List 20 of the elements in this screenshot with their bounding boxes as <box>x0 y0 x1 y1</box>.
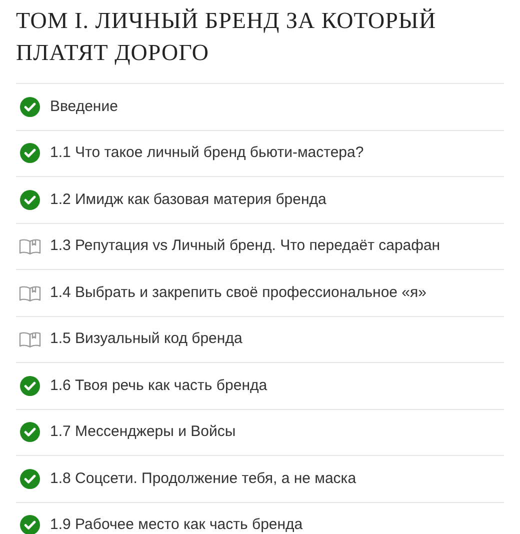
check-circle-icon <box>20 376 40 396</box>
lesson-link[interactable]: 1.3 Репутация vs Личный бренд. Что передаёт сарафан <box>50 235 440 258</box>
lesson-link[interactable]: Введение <box>50 96 118 118</box>
section-title: ТОМ I. ЛИЧНЫЙ БРЕНД ЗА КОТОРЫЙ ПЛАТЯТ ДОРОГО <box>16 7 438 67</box>
lesson-link[interactable]: 1.5 Визуальный код бренда <box>50 328 242 350</box>
lesson-link[interactable]: 1.9 Рабочее место как часть бренда <box>50 514 303 534</box>
check-circle-icon <box>20 190 40 210</box>
check-circle-icon <box>20 96 40 117</box>
check-circle-icon <box>20 468 40 489</box>
lesson-link[interactable]: 1.2 Имидж как базовая материя бренда <box>50 188 326 211</box>
book-icon <box>19 284 41 302</box>
lesson-link[interactable]: 1.4 Выбрать и закрепить своё профессиональное «я» <box>50 282 426 304</box>
lesson-link[interactable]: 1.7 Мессенджеры и Войсы <box>50 421 236 444</box>
lesson-link[interactable]: 1.6 Твоя речь как часть бренда <box>50 374 268 397</box>
check-circle-icon <box>20 143 40 164</box>
book-icon <box>19 237 41 256</box>
book-icon <box>19 330 41 348</box>
lesson-link[interactable]: 1.8 Соцсети. Продолжение тебя, а не маска <box>50 468 356 490</box>
lesson-link[interactable]: 1.1 Что такое личный бренд бьюти-мастера? <box>50 142 364 164</box>
check-circle-icon <box>20 422 40 442</box>
